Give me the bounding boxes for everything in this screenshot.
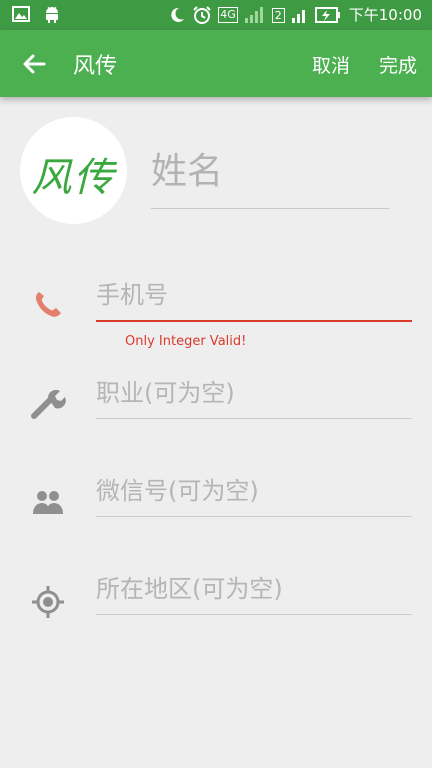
signal-2-icon [291,10,305,23]
status-bar: 4G 2 下午10:00 [0,0,432,30]
name-input[interactable]: 姓名 [151,142,389,209]
occupation-field[interactable]: 职业(可为空) [96,376,412,419]
moon-icon [171,7,185,22]
done-button[interactable]: 完成 [379,51,417,78]
occupation-placeholder: 职业(可为空) [96,379,235,407]
signal-icon [244,7,263,23]
region-field[interactable]: 所在地区(可为空) [96,572,412,615]
back-arrow-icon[interactable] [20,50,48,78]
region-placeholder: 所在地区(可为空) [96,575,283,603]
android-icon [46,6,58,23]
battery-charging-icon [314,7,340,23]
sim2-label: 2 [271,7,285,23]
location-icon [32,586,64,618]
wechat-field[interactable]: 微信号(可为空) [96,474,412,517]
wechat-placeholder: 微信号(可为空) [96,477,259,505]
people-icon [33,491,63,514]
status-left [12,5,60,23]
phone-field[interactable]: 手机号 [96,278,412,322]
avatar[interactable]: 风传 [20,117,127,224]
clock-time: 下午10:00 [348,6,422,24]
alarm-icon [193,6,211,24]
app-bar: 风传 取消 完成 [0,30,432,97]
screen: 4G 2 下午10:00 风传 取消 完成 风传 姓名 手机号 Only Int… [0,0,432,768]
status-right: 4G 2 下午10:00 [168,4,422,26]
phone-error-message: Only Integer Valid! [125,334,247,349]
wrench-icon [31,389,66,419]
page-title: 风传 [73,54,118,79]
name-placeholder: 姓名 [151,151,224,192]
network-type: 4G [218,7,238,23]
gallery-icon [12,6,30,22]
avatar-text: 风传 [31,155,116,201]
cancel-button[interactable]: 取消 [312,51,350,78]
phone-icon [35,292,61,317]
phone-placeholder: 手机号 [96,281,168,309]
